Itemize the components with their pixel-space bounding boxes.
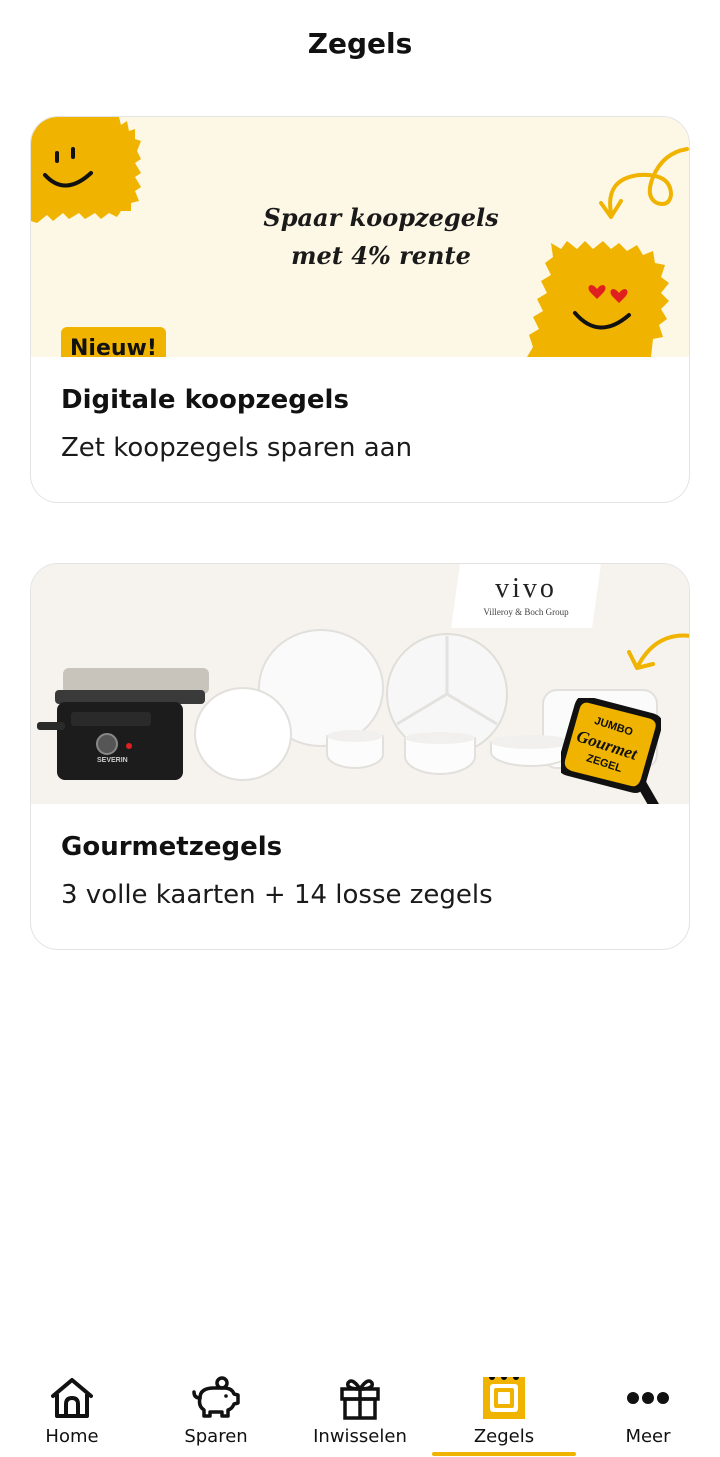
tab-label: Sparen [184,1426,248,1447]
tab-sparen[interactable]: Sparen [144,1368,288,1457]
gourmet-zegel-sticker: JUMBO Gourmet ZEGEL [561,698,661,804]
piggy-bank-icon [192,1376,240,1418]
tab-inwisselen[interactable]: Inwisselen [288,1368,432,1457]
home-icon [51,1378,93,1418]
vivo-wordmark: vivo [495,573,557,604]
tab-label: Zegels [473,1426,535,1447]
vivo-logo: vivo Villeroy & Boch Group [451,564,601,628]
gourmet-banner: vivo Villeroy & Boch Group SEVERIN JUMBO… [31,564,689,804]
tab-home[interactable]: Home [0,1368,144,1457]
smiley-stamp-icon [31,117,141,223]
tab-label: Meer [625,1426,671,1447]
heart-eyes-stamp-icon [527,241,669,357]
more-icon [627,1392,669,1404]
page-title: Zegels [307,26,413,60]
gift-icon [340,1379,380,1420]
tab-zegels[interactable]: Zegels [432,1368,576,1457]
card-title: Digitale koopzegels [61,385,349,415]
card-subtitle: 3 volle kaarten + 14 losse zegels [61,880,493,910]
promo-text: Spaar koopzegels met 4% rente [251,199,511,275]
tab-meer[interactable]: Meer [576,1368,720,1457]
curly-arrow-icon [599,147,689,219]
bottom-tab-bar: Home Sparen Inwisselen Zegels Meer [0,1368,720,1457]
page-header: Zegels [0,0,720,86]
promo-line-1: Spaar koopzegels [263,203,499,232]
grill-image: SEVERIN [37,668,209,780]
promo-line-2: met 4% rente [291,241,471,270]
tab-label: Home [45,1426,99,1447]
card-subtitle: Zet koopzegels sparen aan [61,433,413,463]
grill-brand-text: SEVERIN [97,757,128,764]
card-title: Gourmetzegels [61,832,283,862]
new-badge: Nieuw! [61,327,166,357]
tab-label: Inwisselen [313,1426,407,1447]
digital-stamps-banner: Spaar koopzegels met 4% rente Nieuw! [31,117,689,357]
vivo-tagline: Villeroy & Boch Group [483,607,569,617]
stamp-icon [483,1377,525,1419]
digital-stamps-card[interactable]: Spaar koopzegels met 4% rente Nieuw! Dig… [30,116,690,503]
gourmet-stamps-card[interactable]: vivo Villeroy & Boch Group SEVERIN JUMBO… [30,563,690,950]
